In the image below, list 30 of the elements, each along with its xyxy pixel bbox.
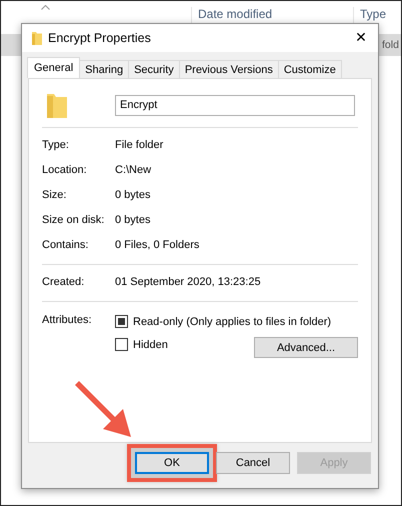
checkbox[interactable] bbox=[115, 315, 128, 328]
sort-caret-icon bbox=[41, 5, 50, 10]
folder-icon bbox=[47, 92, 67, 118]
property-value: 0 bytes bbox=[115, 189, 150, 201]
property-value: 01 September 2020, 13:23:25 bbox=[115, 276, 261, 288]
property-value: File folder bbox=[115, 139, 164, 151]
property-label: Attributes: bbox=[42, 314, 93, 326]
property-label: Location: bbox=[42, 164, 88, 176]
tab[interactable]: Sharing bbox=[79, 60, 130, 78]
close-button[interactable]: ✕ bbox=[344, 24, 378, 52]
property-value: 0 bytes bbox=[115, 214, 150, 226]
property-label: Size on disk: bbox=[42, 214, 106, 226]
property-label: Created: bbox=[42, 276, 86, 288]
tab[interactable]: Customize bbox=[278, 60, 342, 78]
folder-icon bbox=[32, 31, 42, 45]
property-label: Size: bbox=[42, 189, 68, 201]
property-label: Type: bbox=[42, 139, 70, 151]
checkbox[interactable] bbox=[115, 338, 128, 351]
tab[interactable]: General bbox=[27, 57, 80, 78]
checkbox-label[interactable]: Hidden bbox=[133, 338, 168, 350]
property-value: 0 Files, 0 Folders bbox=[115, 239, 200, 251]
checkbox-label[interactable]: Read-only (Only applies to files in folder) bbox=[133, 316, 332, 328]
advanced-button[interactable]: Advanced... bbox=[254, 337, 358, 358]
property-label: Contains: bbox=[42, 239, 90, 251]
table-cell: fold bbox=[382, 39, 399, 51]
property-value: C:\New bbox=[115, 164, 152, 176]
tab[interactable]: Security bbox=[128, 60, 180, 78]
dialog-button[interactable]: Cancel bbox=[216, 452, 290, 474]
name-field[interactable]: Encrypt bbox=[115, 94, 355, 116]
window-title: Encrypt Properties bbox=[48, 31, 152, 45]
